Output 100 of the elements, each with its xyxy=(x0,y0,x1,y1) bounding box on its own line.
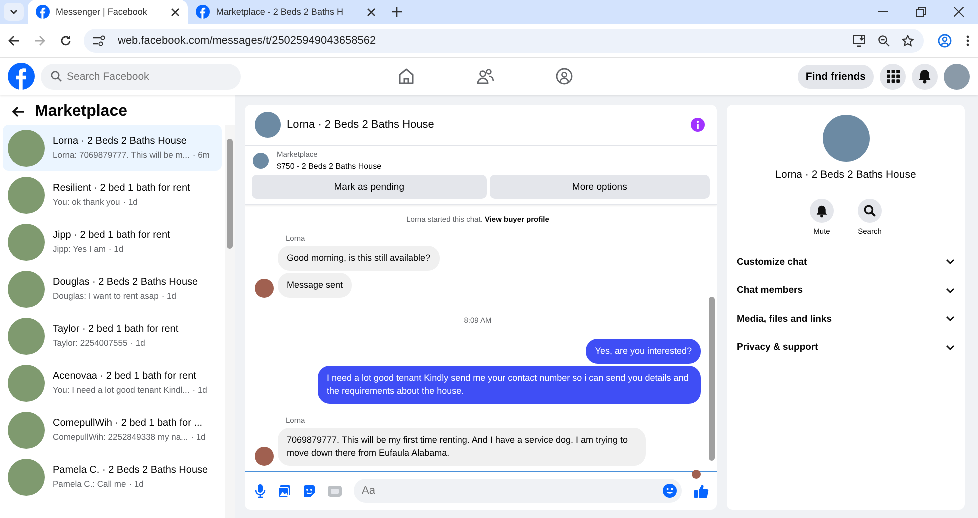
section-title: Media, files and links xyxy=(737,314,832,325)
message-preview: You: ok thank you xyxy=(53,197,120,207)
incoming-message: 7069879777. This will be my first time renting. And I have a service dog. I am trying to move down there from Eufaula Alabama. xyxy=(278,428,646,466)
close-icon[interactable] xyxy=(954,7,964,17)
search-field[interactable]: Search Facebook xyxy=(41,64,241,90)
scrollbar[interactable] xyxy=(225,125,235,518)
photo-placeholder xyxy=(8,176,45,214)
grid-icon xyxy=(886,70,900,83)
section-title: Customize chat xyxy=(737,256,808,268)
photo-placeholder xyxy=(253,152,269,168)
mute-button[interactable] xyxy=(810,199,834,223)
conversation-title: ComepullWih · 2 bed 1 bath for ... xyxy=(53,418,204,429)
profile-icon[interactable] xyxy=(938,34,952,48)
emoji-icon[interactable] xyxy=(663,484,677,498)
message-time: · 1d xyxy=(130,338,146,348)
menu-icon[interactable] xyxy=(966,34,970,46)
photo-placeholder xyxy=(8,364,45,402)
notifications-button[interactable] xyxy=(912,64,938,90)
close-icon[interactable] xyxy=(171,8,180,16)
seen-avatar xyxy=(692,470,701,479)
address-bar[interactable]: web.facebook.com/messages/t/25025949043658562 xyxy=(84,28,924,52)
find-friends-button[interactable]: Find friends xyxy=(798,64,874,88)
message-preview: You: I need a lot good tenant Kindl... xyxy=(53,385,190,395)
restore-icon[interactable] xyxy=(916,7,926,17)
incoming-message: Message sent xyxy=(278,273,352,298)
zoom-icon[interactable] xyxy=(878,34,890,46)
microphone-icon[interactable] xyxy=(255,484,266,498)
listing-action-button[interactable]: More options xyxy=(490,175,710,199)
search-icon xyxy=(51,71,62,82)
conversation-item[interactable]: Taylor · 2 bed 1 bath for rent Taylor: 2254007555 · 1d xyxy=(3,313,222,359)
conversation-title: Jipp · 2 bed 1 bath for rent xyxy=(53,230,170,241)
back-icon[interactable] xyxy=(8,34,20,46)
star-icon[interactable] xyxy=(902,34,914,46)
section-header[interactable]: Customize chat xyxy=(737,248,955,276)
section-header[interactable]: Chat members xyxy=(737,276,955,305)
message-preview: ComepullWih: 2252849338 my na... xyxy=(53,432,188,442)
tab-list-button[interactable] xyxy=(4,3,24,21)
message-time: · 1d xyxy=(123,197,138,207)
menu-button[interactable] xyxy=(880,64,906,90)
browser-tab[interactable]: Messenger | Facebook xyxy=(28,0,188,24)
groups-icon[interactable] xyxy=(556,68,573,85)
install-icon[interactable] xyxy=(853,34,866,46)
browser-tab[interactable]: Marketplace - 2 Beds 2 Baths H xyxy=(188,0,384,24)
message-time: · 1d xyxy=(162,291,176,301)
info-icon[interactable] xyxy=(691,118,705,132)
message-preview: Lorna: 7069879777. This will be m... xyxy=(53,150,190,160)
message-time: · 1d xyxy=(191,432,206,442)
listing-action-button[interactable]: Mark as pending xyxy=(252,175,487,199)
facebook-logo-icon xyxy=(196,5,210,19)
chat-title: Lorna · 2 Beds 2 Baths House xyxy=(287,119,434,131)
conversation-item[interactable]: ComepullWih · 2 bed 1 bath for ... ComepullWih: 2252849338 my na... · 1d xyxy=(3,407,222,453)
close-icon[interactable] xyxy=(367,8,376,16)
url-text: web.facebook.com/messages/t/25025949043658562 xyxy=(118,34,376,46)
section-title: Chat members xyxy=(737,285,803,296)
conversation-item[interactable]: Douglas · 2 Beds 2 Baths House Douglas: I want to rent asap · 1d xyxy=(3,266,222,312)
conversation-item[interactable]: Acenovaa · 2 bed 1 bath for rent You: I need a lot good tenant Kindl... · 1d xyxy=(3,360,222,406)
conversation-item[interactable]: Jipp · 2 bed 1 bath for rent Jipp: Yes I am · 1d xyxy=(3,219,222,265)
sticker-icon[interactable] xyxy=(303,484,316,498)
photo-placeholder xyxy=(255,112,281,138)
search-button[interactable] xyxy=(858,199,882,223)
new-tab-icon[interactable] xyxy=(392,7,402,17)
conversation-title: Lorna · 2 Beds 2 Baths House xyxy=(776,169,916,181)
conversation-title: Lorna · 2 Beds 2 Baths House xyxy=(53,136,188,147)
listing-title: $750 - 2 Beds 2 Baths House xyxy=(277,162,382,171)
section-header[interactable]: Media, files and links xyxy=(737,305,955,334)
message-preview: Taylor: 2254007555 xyxy=(53,338,128,348)
conversation-item[interactable]: Resilient · 2 bed 1 bath for rent You: ok thank you · 1d xyxy=(3,172,222,218)
account-photo-placeholder[interactable] xyxy=(944,64,970,90)
sidebar-title: Marketplace xyxy=(35,103,128,121)
home-icon[interactable] xyxy=(398,68,415,85)
image-icon[interactable] xyxy=(278,484,291,498)
message-input[interactable]: Aa xyxy=(354,479,682,503)
photo-placeholder xyxy=(8,412,45,448)
photo-placeholder xyxy=(8,224,45,260)
outgoing-message: I need a lot good tenant Kindly send me your contact number so i can send you details and the requirements about the house. xyxy=(318,366,701,404)
conversation-title: Douglas · 2 Beds 2 Baths House xyxy=(53,277,198,288)
facebook-logo-icon xyxy=(36,5,50,19)
bell-icon xyxy=(918,69,932,84)
conversation-item[interactable]: Pamela C. · 2 Beds 2 Baths House Pamela C.: Call me · 1d xyxy=(3,454,222,500)
back-icon[interactable] xyxy=(12,106,25,118)
message-preview: Jipp: Yes I am xyxy=(53,244,106,254)
thumbs-up-icon[interactable] xyxy=(694,484,709,498)
friends-icon[interactable] xyxy=(477,68,494,85)
message-preview: Pamela C.: Call me xyxy=(53,479,126,489)
section-header[interactable]: Privacy & support xyxy=(737,334,955,362)
photo-placeholder xyxy=(8,270,45,308)
photo-placeholder xyxy=(822,115,870,162)
message-time: · 1d xyxy=(108,244,124,254)
message-time: · 6m xyxy=(192,150,210,160)
site-settings-icon[interactable] xyxy=(92,34,106,46)
tab-title: Marketplace - 2 Beds 2 Baths H xyxy=(216,7,344,17)
facebook-logo-icon[interactable] xyxy=(8,63,35,90)
outgoing-message: Yes, are you interested? xyxy=(586,339,701,364)
photo-placeholder xyxy=(8,318,45,354)
conversation-item[interactable]: Lorna · 2 Beds 2 Baths House Lorna: 7069879777. This will be m... · 6m xyxy=(3,125,222,171)
bell-icon xyxy=(816,204,828,218)
conversation-title: Acenovaa · 2 bed 1 bath for rent xyxy=(53,371,198,382)
sender-avatar xyxy=(255,447,274,466)
incoming-message: Good morning, is this still available? xyxy=(278,246,440,271)
reload-icon[interactable] xyxy=(60,34,72,46)
